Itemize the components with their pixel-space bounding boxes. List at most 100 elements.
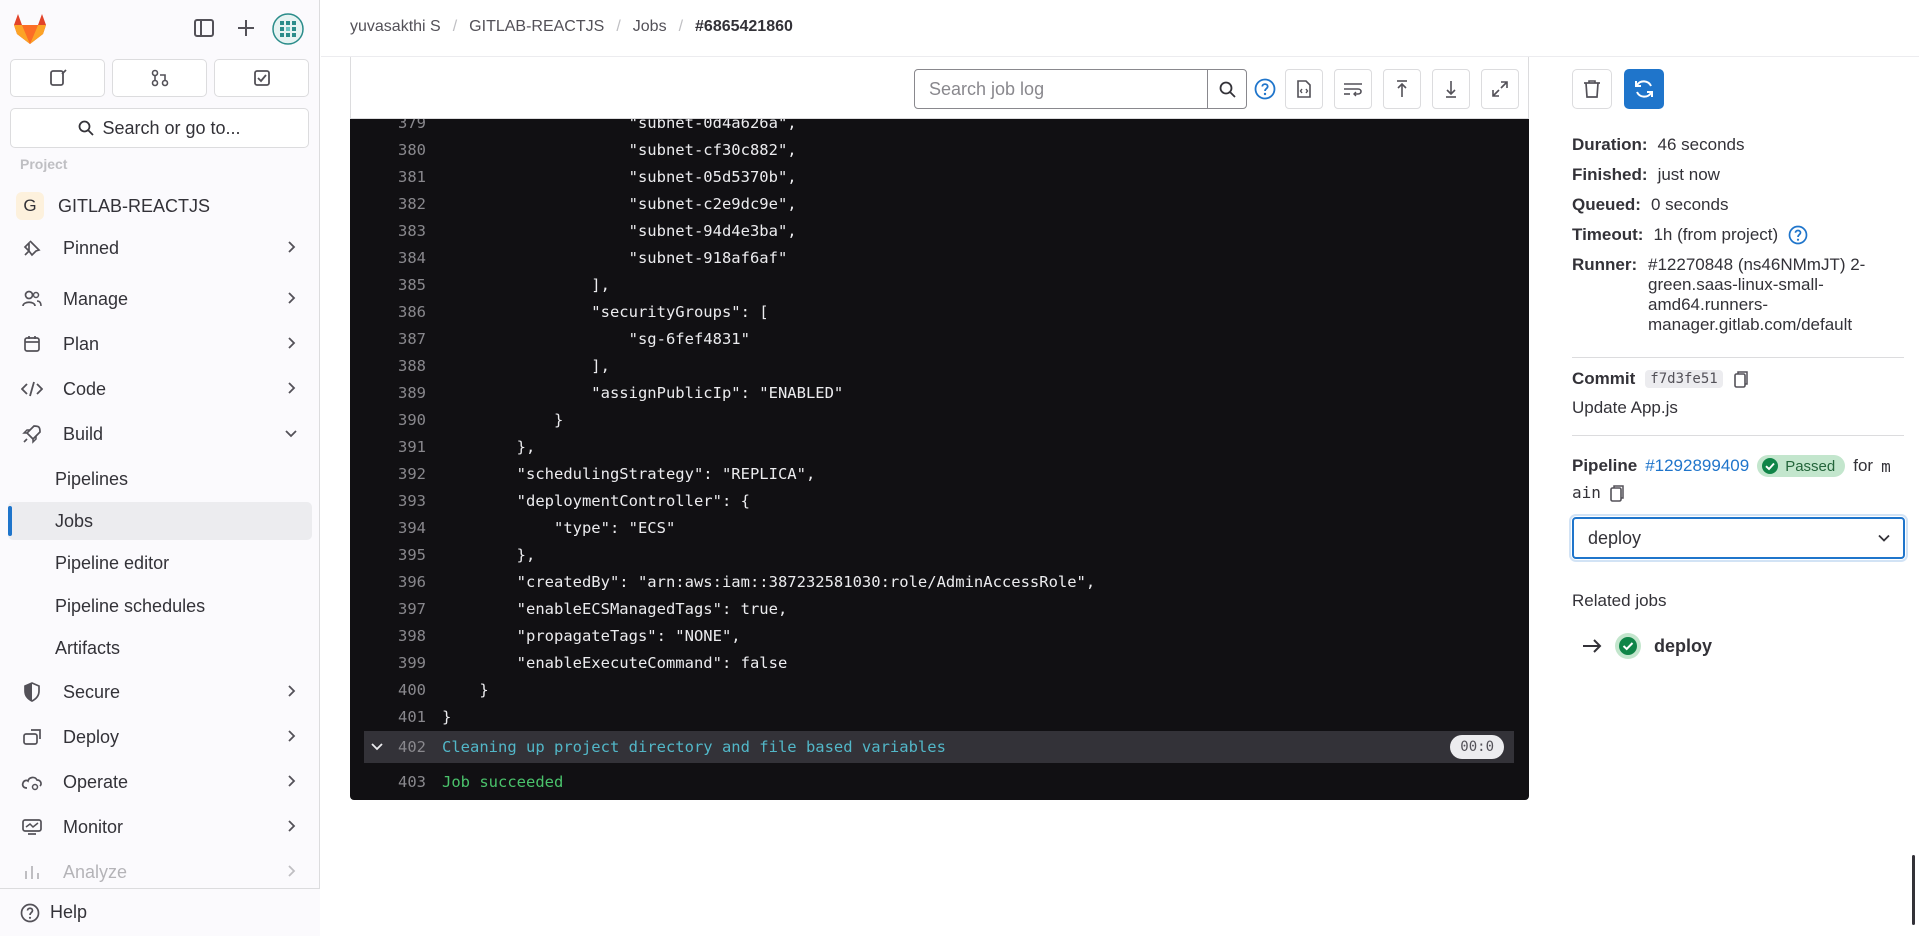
breadcrumb-item-jobs[interactable]: Jobs [633,18,667,36]
copy-icon[interactable] [1733,370,1749,388]
log-line-number[interactable]: 381 [350,164,426,191]
sidebar-subitem-artifacts[interactable]: Artifacts [8,629,312,667]
monitor-icon [20,818,44,836]
sidebar-subitem-pipeline-schedules[interactable]: Pipeline schedules [8,587,312,625]
log-line-number[interactable]: 394 [350,515,426,542]
wrap-lines-button[interactable] [1334,69,1372,109]
log-line-number[interactable]: 389 [350,380,426,407]
merge-request-icon [151,69,168,87]
todos-button[interactable] [214,59,309,97]
log-line-number[interactable]: 388 [350,353,426,380]
log-line-number[interactable]: 397 [350,596,426,623]
retry-icon [1635,80,1653,98]
log-line-number[interactable]: 395 [350,542,426,569]
sidebar-project[interactable]: G GITLAB-REACTJS [16,192,210,220]
erase-job-button[interactable] [1572,69,1612,109]
stage-dropdown[interactable]: deploy [1572,517,1905,559]
log-line-number[interactable]: 400 [350,677,426,704]
breadcrumb-item-user[interactable]: yuvasakthi S [350,18,441,36]
log-lines: 379 "subnet-0d4a626a", 380 "subnet-cf30c8… [350,119,1529,731]
log-line-number[interactable]: 391 [350,434,426,461]
scroll-to-top-button[interactable] [1383,69,1421,109]
log-line-text: "enableECSManagedTags": true, [442,600,788,618]
retry-job-button[interactable] [1624,69,1664,109]
log-line-number[interactable]: 384 [350,245,426,272]
log-line-number[interactable]: 386 [350,299,426,326]
chevron-down-icon [1878,534,1890,542]
log-line-number[interactable]: 382 [350,191,426,218]
sidebar-item-deploy[interactable]: Deploy [8,717,312,757]
search-or-go-button[interactable]: Search or go to... [10,108,309,148]
log-line: 389 "assignPublicIp": "ENABLED" [350,380,1529,407]
related-job-item[interactable]: deploy [1582,632,1712,660]
log-line-number[interactable]: 390 [350,407,426,434]
sidebar-item-build[interactable]: Build [8,414,312,454]
log-line-number[interactable]: 380 [350,137,426,164]
log-line-number[interactable]: 383 [350,218,426,245]
sidebar-subitem-label: Pipeline schedules [55,595,206,616]
sidebar-subitem-label: Jobs [55,510,94,531]
log-section-title: Cleaning up project directory and file b… [442,738,946,756]
sidebar-item-monitor[interactable]: Monitor [8,807,312,847]
question-circle-icon[interactable] [1788,225,1808,245]
page-scrollbar[interactable] [1912,855,1915,925]
sidebar-item-code[interactable]: Code [8,369,312,409]
log-line-number[interactable]: 399 [350,650,426,677]
sidebar-item-pinned[interactable]: Pinned [8,228,312,268]
scroll-to-bottom-button[interactable] [1432,69,1470,109]
log-line-number[interactable]: 392 [350,461,426,488]
sidebar-subitem-pipelines[interactable]: Pipelines [8,460,312,498]
log-line: 385 ], [350,272,1529,299]
log-line: 398 "propagateTags": "NONE", [350,623,1529,650]
trash-icon [1584,80,1600,98]
pipeline-link[interactable]: #1292899409 [1645,456,1749,476]
log-line-text: } [442,708,452,726]
check-circle-icon [1762,458,1779,474]
sidebar-item-secure[interactable]: Secure [8,672,312,712]
log-line-number[interactable]: 379 [350,119,426,137]
branch-name-part[interactable]: m [1881,457,1891,476]
log-line-text: "assignPublicIp": "ENABLED" [442,384,844,402]
issues-button[interactable] [10,59,105,97]
search-job-log-input[interactable] [914,69,1208,109]
commit-sha-link[interactable]: f7d3fe51 [1645,370,1723,388]
sidebar-subitem-pipeline-editor[interactable]: Pipeline editor [8,544,312,582]
branch-name-part[interactable]: ain [1572,483,1601,502]
breadcrumb-item-project[interactable]: GITLAB-REACTJS [469,18,604,36]
chevron-down-icon[interactable] [370,740,384,754]
log-line-number[interactable]: 396 [350,569,426,596]
queued-label: Queued: [1572,195,1641,214]
log-line-number[interactable]: 385 [350,272,426,299]
gitlab-logo-icon[interactable] [11,11,49,47]
merge-requests-button[interactable] [112,59,207,97]
copy-icon[interactable] [1609,484,1625,502]
shield-icon [20,682,44,702]
log-line-number[interactable]: 387 [350,326,426,353]
log-line-number[interactable]: 401 [350,704,426,731]
log-line: 386 "securityGroups": [ [350,299,1529,326]
status-badge[interactable]: Passed [1757,455,1846,477]
log-line-number[interactable]: 393 [350,488,426,515]
check-circle-icon [1615,633,1641,659]
toggle-sidebar-icon[interactable] [191,15,217,41]
sidebar-subitem-jobs[interactable]: Jobs [8,502,312,540]
view-raw-button[interactable] [1285,69,1323,109]
user-avatar-icon[interactable] [272,13,304,45]
breadcrumb-separator: / [616,18,621,35]
breadcrumb-item-job-id[interactable]: #6865421860 [695,18,793,36]
sidebar-item-analyze[interactable]: Analyze [8,852,312,892]
sidebar-item-plan[interactable]: Plan [8,324,312,364]
search-job-log-button[interactable] [1207,69,1247,109]
log-section-header[interactable]: 402 Cleaning up project directory and fi… [364,731,1514,763]
sidebar-item-manage[interactable]: Manage [8,279,312,319]
divider [1572,357,1904,358]
create-new-icon[interactable] [233,15,259,41]
commit-message[interactable]: Update App.js [1572,398,1678,418]
users-icon [20,290,44,308]
help-icon[interactable] [1253,77,1277,101]
sidebar-item-operate[interactable]: Operate [8,762,312,802]
job-duration: Duration: 46 seconds [1572,135,1745,155]
fullscreen-button[interactable] [1481,69,1519,109]
help-button[interactable]: Help [0,888,320,936]
log-line-number[interactable]: 398 [350,623,426,650]
